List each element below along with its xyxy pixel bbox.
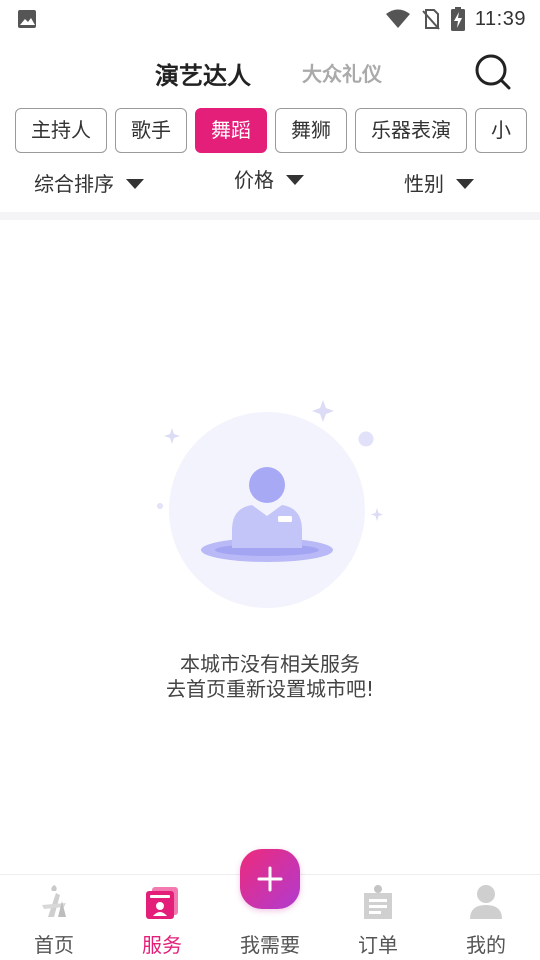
empty-line-1: 本城市没有相关服务 (180, 652, 360, 676)
nav-service-label: 服务 (142, 933, 182, 957)
filter-bar: 综合排序 价格 性别 (0, 164, 540, 202)
empty-state-message: 本城市没有相关服务 去首页重新设置城市吧! (0, 652, 540, 702)
chip-dance[interactable]: 舞蹈 (195, 108, 267, 153)
chip-host[interactable]: 主持人 (15, 108, 107, 153)
empty-line-2: 去首页重新设置城市吧! (165, 677, 375, 701)
nav-need-label: 我需要 (240, 933, 300, 957)
filter-gender-label: 性别 (404, 172, 444, 196)
nav-mine-label: 我的 (466, 933, 506, 957)
service-icon (146, 887, 178, 919)
empty-state-illustration (157, 400, 383, 608)
chip-more[interactable]: 小 (475, 108, 527, 153)
status-bar: 11:39 (0, 0, 540, 38)
caret-down-icon (286, 174, 304, 185)
tab-etiquette[interactable]: 大众礼仪 (302, 58, 382, 87)
wifi-icon (385, 9, 410, 28)
caret-down-icon (456, 178, 474, 189)
filter-sort-label: 综合排序 (34, 172, 114, 196)
tab-performers[interactable]: 演艺达人 (155, 56, 251, 91)
nav-orders[interactable]: 订单 (324, 875, 432, 960)
filter-price[interactable]: 价格 (234, 164, 304, 193)
caret-down-icon (126, 178, 144, 189)
search-button[interactable] (472, 52, 512, 92)
nav-service[interactable]: 服务 (108, 875, 216, 960)
orders-icon (364, 885, 392, 919)
chip-instrument[interactable]: 乐器表演 (355, 108, 467, 153)
nav-home[interactable]: 首页 (0, 875, 108, 960)
filter-price-label: 价格 (234, 168, 274, 192)
nav-orders-label: 订单 (358, 933, 398, 957)
filter-gender[interactable]: 性别 (404, 168, 474, 197)
divider (0, 212, 540, 220)
clock: 11:39 (474, 7, 526, 30)
nav-home-label: 首页 (34, 933, 74, 957)
search-icon (475, 54, 511, 90)
plus-icon (257, 866, 283, 892)
chip-lion-dance[interactable]: 舞狮 (275, 108, 347, 153)
nav-mine[interactable]: 我的 (432, 875, 540, 960)
battery-charging-icon (450, 7, 465, 31)
top-header: 演艺达人 大众礼仪 (0, 44, 540, 100)
image-notification-icon (18, 10, 36, 28)
home-icon (42, 885, 66, 917)
user-icon (470, 885, 502, 919)
filter-sort[interactable]: 综合排序 (34, 168, 144, 197)
add-need-button[interactable] (240, 849, 300, 909)
no-sim-icon (422, 9, 440, 30)
category-chips: 主持人 歌手 舞蹈 舞狮 乐器表演小 (15, 108, 540, 154)
chip-singer[interactable]: 歌手 (115, 108, 187, 153)
